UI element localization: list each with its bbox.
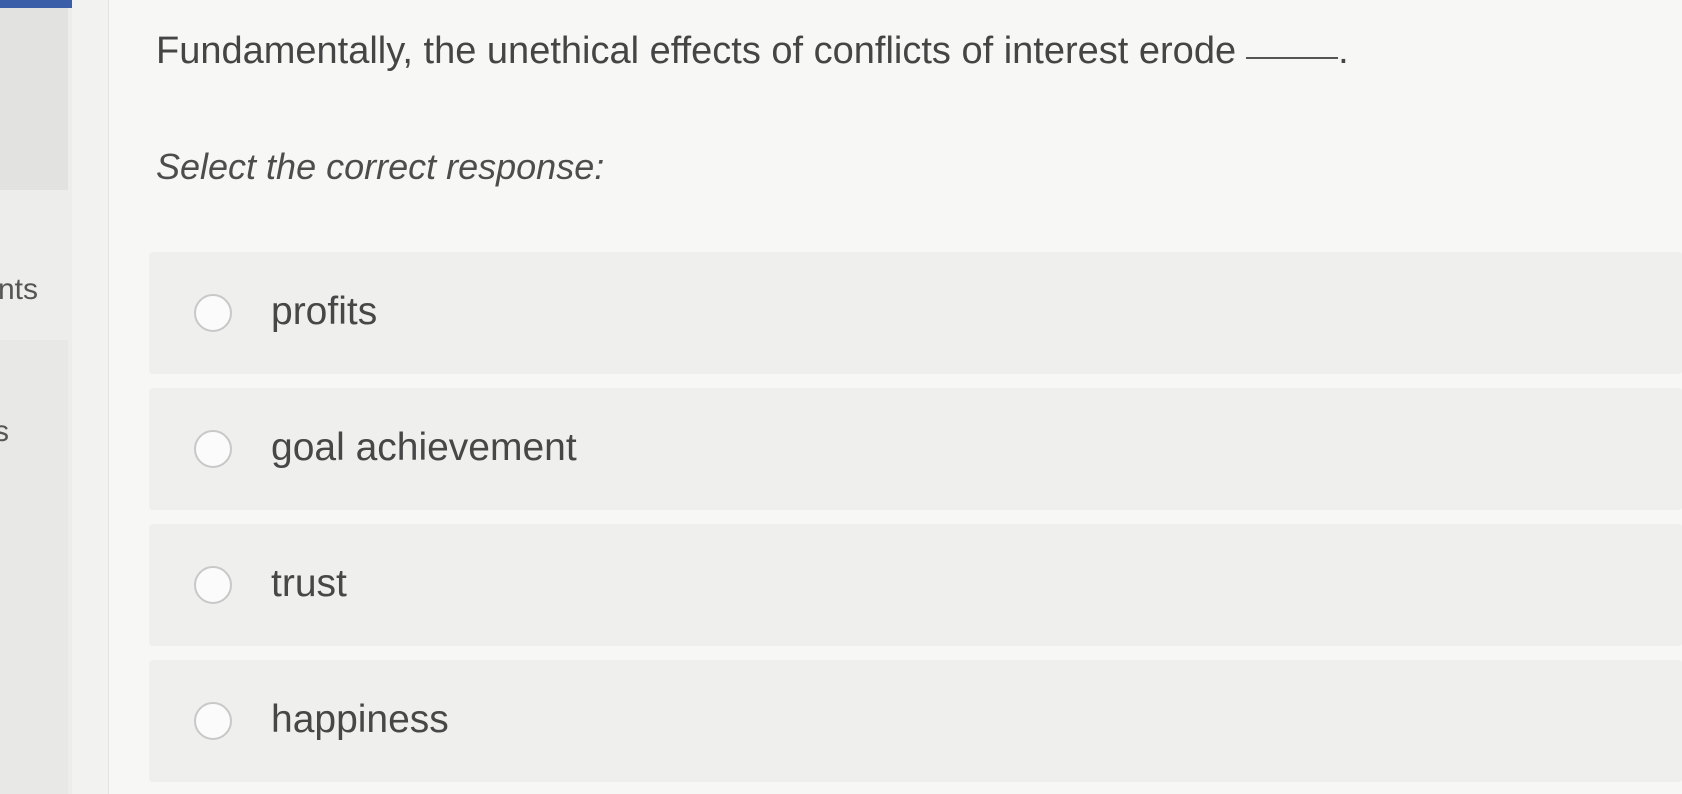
radio-button-icon[interactable] [194,294,232,332]
question-panel: Fundamentally, the unethical effects of … [108,0,1682,794]
option-label: happiness [271,698,449,741]
page: nts s s Fundamentally, the unethical eff… [0,0,1682,794]
sidebar-panel-bottom [0,340,68,794]
question-prompt: Fundamentally, the unethical effects of … [156,30,1349,73]
radio-button-icon[interactable] [194,566,232,604]
question-text: Fundamentally, the unethical effects of … [156,30,1237,72]
radio-button-icon[interactable] [194,430,232,468]
option-label: profits [271,290,378,333]
radio-button-icon[interactable] [194,702,232,740]
option-label: goal achievement [271,426,577,469]
answer-option-goal-achievement[interactable]: goal achievement [149,388,1682,510]
option-label: trust [271,562,347,605]
answer-blank [1246,57,1339,59]
instruction-text: Select the correct response: [156,146,605,187]
sidebar-item-2[interactable]: s [0,415,24,449]
sidebar-item-1[interactable]: nts [0,273,58,307]
answer-option-profits[interactable]: profits [149,252,1682,374]
sidebar-item-3[interactable]: s [0,560,6,594]
answer-option-happiness[interactable]: happiness [149,660,1682,782]
sidebar: nts s s [0,0,72,794]
sidebar-panel-top [0,8,68,190]
question-punctuation: . [1338,30,1349,72]
sidebar-accent-bar [0,0,72,8]
answer-option-trust[interactable]: trust [149,524,1682,646]
